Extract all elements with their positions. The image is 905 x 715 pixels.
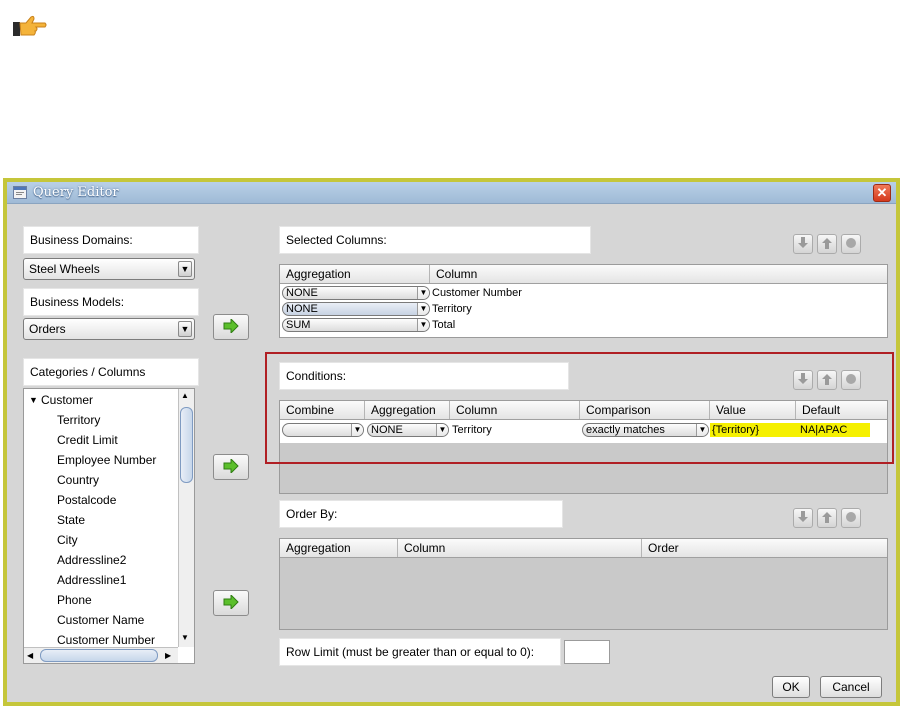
circle-remove-icon [845, 511, 857, 526]
column-header-column[interactable]: Column [450, 401, 580, 419]
arrow-up-icon [821, 373, 833, 388]
selected-columns-table: Aggregation Column NONE ▼ Customer Number… [279, 264, 888, 338]
add-to-conditions-button[interactable] [213, 454, 249, 480]
scroll-right-icon[interactable]: ▶ [165, 651, 171, 660]
add-to-selected-columns-button[interactable] [213, 314, 249, 340]
business-model-select[interactable]: Orders ▼ [23, 318, 195, 340]
close-button[interactable]: ✕ [873, 184, 891, 202]
tree-item[interactable]: City [57, 531, 78, 549]
chevron-down-icon: ▼ [178, 261, 192, 277]
row-limit-input[interactable] [564, 640, 610, 664]
pointing-hand-icon [12, 12, 48, 42]
column-header-combine[interactable]: Combine [280, 401, 365, 419]
business-domain-select[interactable]: Steel Wheels ▼ [23, 258, 195, 280]
column-name: Total [432, 319, 456, 331]
scrollbar-thumb[interactable] [180, 407, 193, 483]
tree-item[interactable]: Credit Limit [57, 431, 118, 449]
arrow-down-icon [797, 372, 809, 388]
column-name: Territory [432, 303, 472, 315]
arrow-up-icon [821, 511, 833, 526]
app-window-icon [13, 186, 27, 199]
window-title: Query Editor [33, 185, 119, 200]
tree-category-customer[interactable]: Customer [41, 391, 93, 409]
circle-remove-icon [845, 237, 857, 252]
vertical-scrollbar[interactable]: ▲ ▼ [178, 389, 194, 647]
business-model-value: Orders [29, 322, 66, 336]
expand-triangle-icon[interactable]: ▼ [29, 391, 38, 409]
move-down-button[interactable] [793, 370, 813, 390]
column-name: Customer Number [432, 287, 522, 299]
aggregation-select[interactable]: SUM ▼ [282, 318, 430, 332]
tree-item[interactable]: Country [57, 471, 99, 489]
aggregation-select[interactable]: NONE ▼ [282, 302, 430, 316]
column-header-default[interactable]: Default [796, 401, 887, 419]
add-to-order-by-button[interactable] [213, 590, 249, 616]
column-header-value[interactable]: Value [710, 401, 796, 419]
scrollbar-thumb[interactable] [40, 649, 158, 662]
arrow-up-icon [821, 237, 833, 252]
tree-item[interactable]: Postalcode [57, 491, 116, 509]
remove-button[interactable] [841, 508, 861, 528]
column-header-order[interactable]: Order [642, 539, 887, 557]
conditions-label: Conditions: [279, 362, 569, 390]
aggregation-select[interactable]: NONE ▼ [282, 286, 430, 300]
tree-item[interactable]: Territory [57, 411, 100, 429]
column-header-aggregation[interactable]: Aggregation [280, 539, 398, 557]
categories-label: Categories / Columns [23, 358, 199, 386]
condition-value[interactable]: {Territory} [712, 423, 759, 437]
query-editor-dialog: Query Editor ✕ Business Domains: Steel W… [3, 178, 900, 706]
tree-item[interactable]: Customer Name [57, 611, 144, 629]
chevron-down-icon: ▼ [178, 321, 192, 337]
combine-select[interactable]: ▼ [282, 423, 364, 437]
ok-button[interactable]: OK [772, 676, 810, 698]
business-domain-value: Steel Wheels [29, 262, 100, 276]
column-name: Territory [452, 424, 492, 436]
conditions-table: Combine Aggregation Column Comparison Va… [279, 400, 888, 494]
business-models-label: Business Models: [23, 288, 199, 316]
move-up-button[interactable] [817, 234, 837, 254]
arrow-down-icon [797, 510, 809, 526]
column-header-comparison[interactable]: Comparison [580, 401, 710, 419]
comparison-select[interactable]: exactly matches ▼ [582, 423, 709, 437]
arrow-down-icon [797, 236, 809, 252]
order-by-table: Aggregation Column Order [279, 538, 888, 630]
scroll-down-icon[interactable]: ▼ [181, 633, 189, 642]
tree-item[interactable]: Phone [57, 591, 92, 609]
horizontal-scrollbar[interactable]: ◀ ▶ [24, 647, 178, 663]
move-up-button[interactable] [817, 370, 837, 390]
move-up-button[interactable] [817, 508, 837, 528]
condition-default[interactable]: NA|APAC [800, 423, 847, 437]
tree-item[interactable]: Employee Number [57, 451, 156, 469]
tree-item[interactable]: Addressline2 [57, 551, 126, 569]
green-arrow-right-icon [223, 593, 239, 612]
move-down-button[interactable] [793, 234, 813, 254]
column-header-column[interactable]: Column [398, 539, 642, 557]
title-bar[interactable]: Query Editor ✕ [7, 182, 896, 204]
green-arrow-right-icon [223, 457, 239, 476]
remove-button[interactable] [841, 234, 861, 254]
business-domains-label: Business Domains: [23, 226, 199, 254]
column-header-column[interactable]: Column [430, 265, 887, 283]
scroll-up-icon[interactable]: ▲ [181, 391, 189, 400]
column-header-aggregation[interactable]: Aggregation [365, 401, 450, 419]
move-down-button[interactable] [793, 508, 813, 528]
categories-tree: ▼ Customer Territory Credit Limit Employ… [23, 388, 195, 664]
aggregation-select[interactable]: NONE ▼ [367, 423, 449, 437]
scroll-left-icon[interactable]: ◀ [27, 651, 33, 660]
remove-button[interactable] [841, 370, 861, 390]
order-by-label: Order By: [279, 500, 563, 528]
tree-item[interactable]: Addressline1 [57, 571, 126, 589]
tree-item[interactable]: State [57, 511, 85, 529]
cancel-button[interactable]: Cancel [820, 676, 882, 698]
column-header-aggregation[interactable]: Aggregation [280, 265, 430, 283]
circle-remove-icon [845, 373, 857, 388]
green-arrow-right-icon [223, 317, 239, 336]
row-limit-label: Row Limit (must be greater than or equal… [279, 638, 561, 666]
selected-columns-label: Selected Columns: [279, 226, 591, 254]
